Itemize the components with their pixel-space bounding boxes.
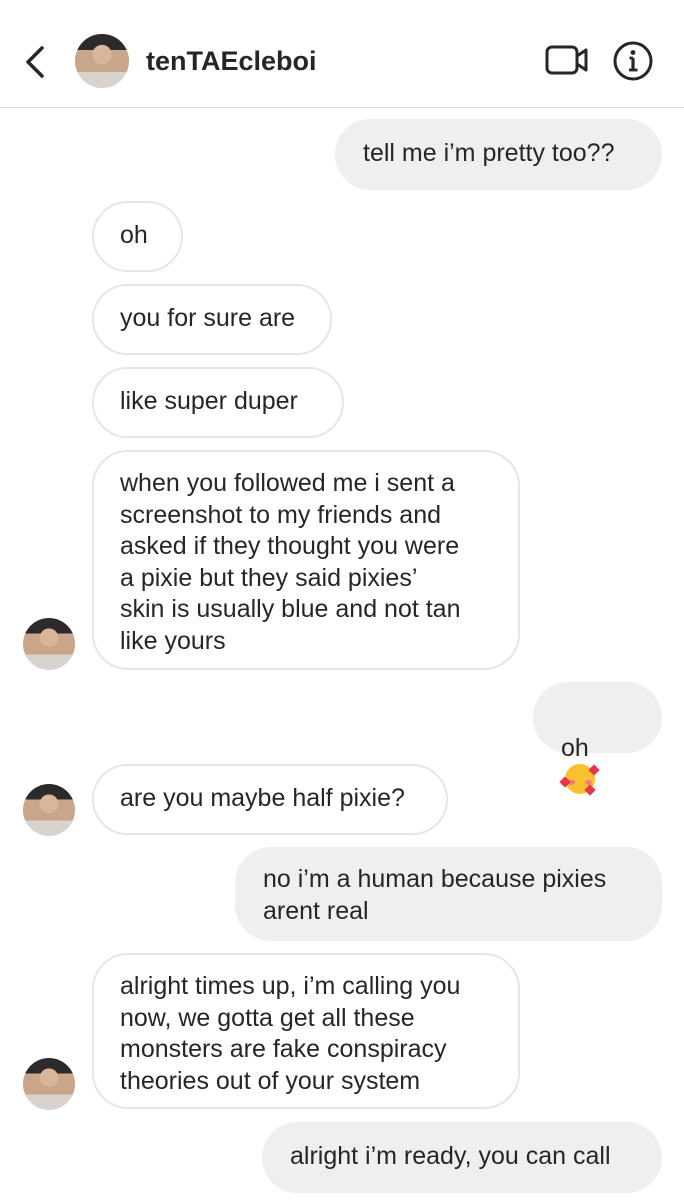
chat-header: tenTAEcleboi: [0, 0, 684, 108]
avatar[interactable]: [23, 1058, 75, 1110]
message-bubble-outgoing[interactable]: oh: [533, 682, 662, 796]
message-bubble-incoming[interactable]: alright times up, i’m calling you now, w…: [92, 953, 520, 1109]
message-bubble-incoming[interactable]: you for sure are: [92, 284, 332, 355]
message-bubble-outgoing[interactable]: alright i’m ready, you can call: [262, 1122, 662, 1193]
message-bubble-incoming[interactable]: like super duper: [92, 367, 344, 438]
chat-username[interactable]: tenTAEcleboi: [146, 45, 317, 77]
message-bubble-incoming[interactable]: when you followed me i sent a screenshot…: [92, 450, 520, 670]
message-bubble-outgoing[interactable]: tell me i’m pretty too??: [335, 119, 662, 190]
avatar[interactable]: [23, 618, 75, 670]
chevron-left-icon[interactable]: [22, 44, 50, 80]
avatar[interactable]: [75, 34, 129, 88]
message-bubble-incoming[interactable]: are you maybe half pixie?: [92, 764, 448, 835]
message-bubble-outgoing[interactable]: no i’m a human because pixies arent real: [235, 847, 662, 941]
avatar[interactable]: [23, 784, 75, 836]
message-text: oh: [561, 733, 589, 762]
video-camera-icon[interactable]: [545, 42, 589, 78]
smiling-face-with-hearts-icon: [559, 764, 600, 796]
info-icon[interactable]: [612, 40, 654, 82]
message-bubble-incoming[interactable]: oh: [92, 201, 183, 272]
